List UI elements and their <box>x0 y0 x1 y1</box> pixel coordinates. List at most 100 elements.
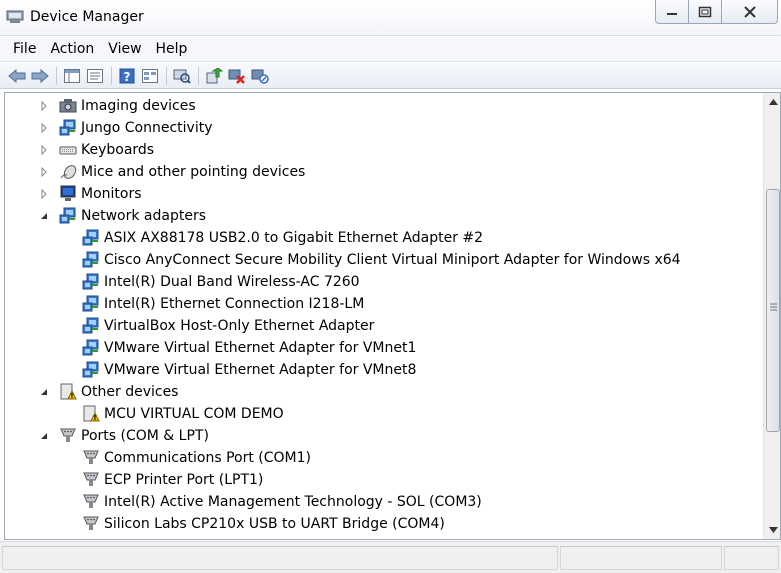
device-tree[interactable]: Imaging devices Jungo Connectivity Keyboar… <box>5 93 762 539</box>
toolbar-separator <box>198 66 199 85</box>
tree-category-label: Mice and other pointing devices <box>81 164 306 180</box>
console-tree-icon <box>64 68 80 83</box>
close-button[interactable] <box>721 0 778 24</box>
network-icon <box>59 119 76 136</box>
svg-text:!: ! <box>70 392 73 400</box>
uninstall-icon <box>228 69 245 84</box>
expand-arrow-icon[interactable] <box>39 145 49 155</box>
scroll-down-button[interactable] <box>764 521 780 539</box>
tree-category-label: Monitors <box>81 186 142 202</box>
menu-bar: File Action View Help <box>0 36 781 62</box>
expand-arrow-icon[interactable] <box>39 167 49 177</box>
camera-icon <box>59 99 77 113</box>
menu-help[interactable]: Help <box>149 36 195 62</box>
view-button[interactable] <box>139 66 161 86</box>
scroll-up-arrow-icon <box>768 99 778 105</box>
back-arrow-icon <box>8 68 26 83</box>
unknown-device-icon: ! <box>83 405 100 422</box>
processor-icon <box>59 537 77 540</box>
menu-file[interactable]: File <box>6 36 43 62</box>
help-icon: ? <box>119 68 135 84</box>
collapse-arrow-icon[interactable] <box>39 387 49 397</box>
tree-category-label: Network adapters <box>81 208 206 224</box>
tree-category-label: Other devices <box>81 384 179 400</box>
tree-device-label: Cisco AnyConnect Secure Mobility Client … <box>104 252 681 268</box>
help-button[interactable]: ? <box>116 66 138 86</box>
view-icon <box>142 68 158 83</box>
collapse-arrow-icon[interactable] <box>39 211 49 221</box>
tree-device-label: Intel(R) Ethernet Connection I218-LM <box>104 296 365 312</box>
unknown-device-icon: ! <box>60 383 77 400</box>
tree-device-label: VMware Virtual Ethernet Adapter for VMne… <box>104 340 417 356</box>
toolbar-separator <box>111 66 112 85</box>
port-icon <box>83 472 99 486</box>
status-pane-main <box>2 546 558 570</box>
network-icon <box>82 317 99 334</box>
device-manager-icon <box>6 10 24 23</box>
uninstall-button[interactable] <box>226 66 248 86</box>
tree-category-label: Keyboards <box>81 142 155 158</box>
tree-device-label: Intel(R) Active Management Technology - … <box>104 494 482 510</box>
minimize-icon <box>667 12 677 15</box>
scroll-down-arrow-icon <box>768 527 778 533</box>
forward-arrow-icon <box>31 68 49 83</box>
toolbar: ? <box>0 63 781 89</box>
tree-device-label: VirtualBox Host-Only Ethernet Adapter <box>104 318 375 334</box>
keyboard-icon <box>59 146 77 155</box>
scroll-grip-icon <box>770 303 777 311</box>
minimize-button[interactable] <box>655 0 689 24</box>
svg-text:!: ! <box>93 414 96 422</box>
show-console-tree-button[interactable] <box>61 66 83 86</box>
restore-icon <box>698 6 712 17</box>
network-icon <box>82 339 99 356</box>
scroll-up-button[interactable] <box>764 93 780 111</box>
port-icon <box>83 450 99 464</box>
tree-device-label: ECP Printer Port (LPT1) <box>104 472 264 488</box>
tree-category-label: Jungo Connectivity <box>81 120 213 136</box>
scan-hardware-button[interactable] <box>171 66 193 86</box>
network-icon <box>82 229 99 246</box>
update-driver-button[interactable] <box>203 66 225 86</box>
expand-arrow-icon[interactable] <box>39 101 49 111</box>
update-driver-icon <box>206 67 223 83</box>
status-pane-secondary <box>560 546 722 570</box>
port-icon <box>83 494 99 508</box>
maximize-button[interactable] <box>688 0 722 24</box>
forward-button[interactable] <box>29 66 51 86</box>
network-icon <box>82 251 99 268</box>
vertical-scrollbar[interactable] <box>763 93 780 539</box>
tree-category-label: Ports (COM & LPT) <box>81 428 209 444</box>
network-icon <box>59 207 76 224</box>
close-icon <box>743 5 756 18</box>
collapse-arrow-icon[interactable] <box>39 431 49 441</box>
menu-view[interactable]: View <box>101 36 148 62</box>
tree-category-label: Imaging devices <box>81 98 196 114</box>
tree-device-label: Intel(R) Dual Band Wireless-AC 7260 <box>104 274 360 290</box>
scrollbar-thumb[interactable] <box>766 189 780 432</box>
mouse-icon <box>60 165 77 179</box>
toolbar-separator <box>56 66 57 85</box>
menu-action[interactable]: Action <box>43 36 101 62</box>
expand-arrow-icon[interactable] <box>39 189 49 199</box>
tree-device-label: VMware Virtual Ethernet Adapter for VMne… <box>104 362 417 378</box>
back-button[interactable] <box>6 66 28 86</box>
toolbar-separator <box>166 66 167 85</box>
port-icon <box>83 516 99 530</box>
tree-device-label: MCU VIRTUAL COM DEMO <box>104 406 284 422</box>
monitor-icon <box>60 185 76 201</box>
disable-device-icon <box>251 69 269 84</box>
scan-hardware-icon <box>173 69 191 84</box>
svg-text:?: ? <box>124 70 131 84</box>
network-icon <box>82 295 99 312</box>
network-icon <box>82 273 99 290</box>
window-title: Device Manager <box>30 9 144 25</box>
properties-button[interactable] <box>84 66 106 86</box>
device-tree-panel: Imaging devices Jungo Connectivity Keyboar… <box>4 92 781 540</box>
expand-arrow-icon[interactable] <box>39 123 49 133</box>
status-bar <box>0 541 781 573</box>
network-icon <box>82 361 99 378</box>
disable-device-button[interactable] <box>249 66 271 86</box>
tree-device-label: Communications Port (COM1) <box>104 450 311 466</box>
title-bar: Device Manager <box>0 0 781 36</box>
tree-device-label: Silicon Labs CP210x USB to UART Bridge (… <box>104 516 445 532</box>
